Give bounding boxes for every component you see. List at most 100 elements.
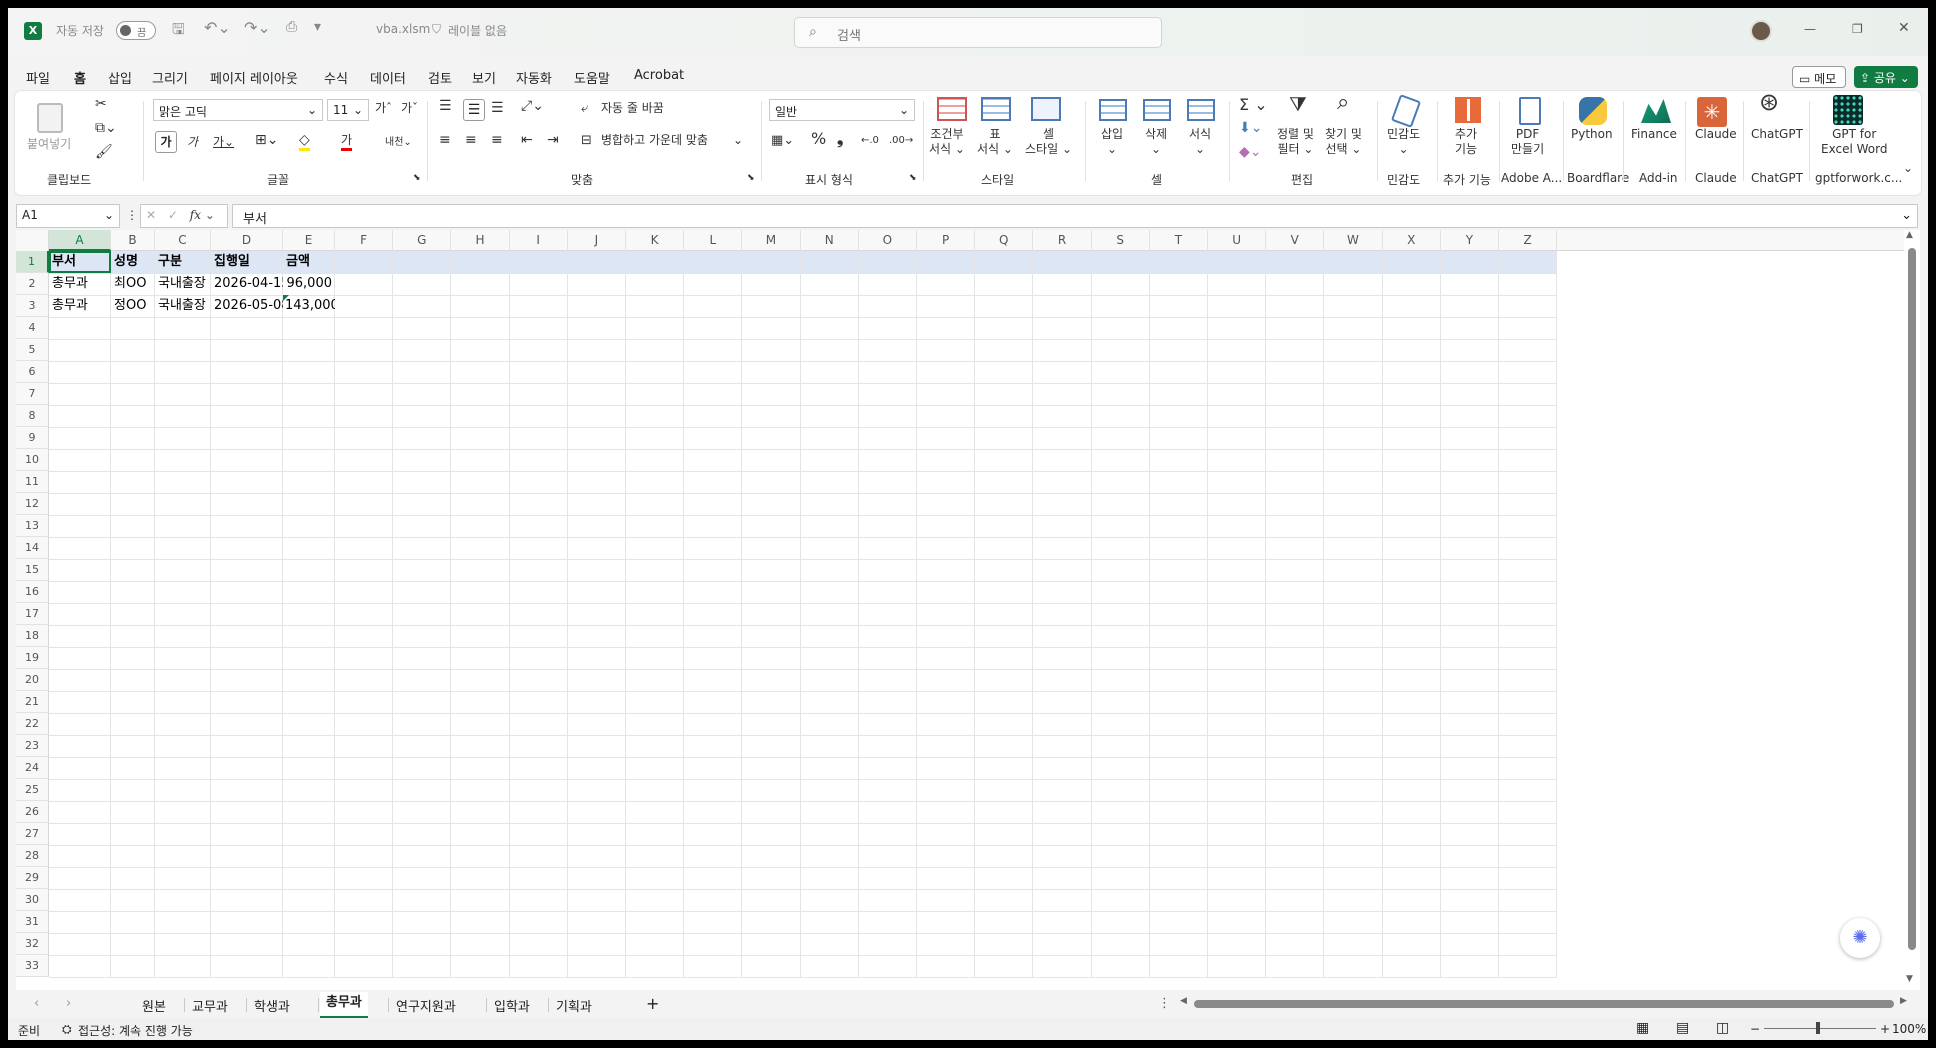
tab-draw[interactable]: 그리기 — [152, 68, 188, 87]
phonetic-icon[interactable]: 내천⌄ — [385, 135, 412, 150]
orientation-icon[interactable]: ⤢⌄ — [521, 99, 544, 114]
gpt-for-excel-button[interactable]: GPT for Excel Word — [1821, 127, 1887, 157]
redo-icon[interactable]: ↷⌄ — [244, 18, 271, 37]
header-cell[interactable]: 부서 — [49, 251, 111, 273]
column-header-j[interactable]: J — [568, 230, 626, 251]
customize-qat-icon[interactable]: ▾ — [314, 19, 321, 35]
column-header-e[interactable]: E — [283, 230, 335, 251]
table-format-button[interactable]: 표 서식 ⌄ — [977, 127, 1013, 157]
tab-automate[interactable]: 자동화 — [516, 68, 552, 87]
row-header-32[interactable]: 32 — [16, 933, 49, 955]
column-header-b[interactable]: B — [111, 230, 155, 251]
data-cell[interactable]: 최OO — [111, 273, 155, 295]
data-cell[interactable]: 143,000 — [283, 295, 335, 317]
row-header-21[interactable]: 21 — [16, 691, 49, 713]
copilot-icon[interactable]: ✺ — [1840, 918, 1880, 958]
sheet-tab-7[interactable]: 기획과 — [556, 996, 592, 1015]
conditional-format-button[interactable]: 조건부 서식 ⌄ — [929, 127, 965, 157]
horizontal-scrollbar[interactable]: ◀ ▶ — [1180, 996, 1912, 1010]
row-header-14[interactable]: 14 — [16, 537, 49, 559]
name-box[interactable]: A1 ⌄ — [16, 204, 120, 228]
autosum-icon[interactable]: Σ ⌄ — [1239, 97, 1268, 113]
tab-view[interactable]: 보기 — [472, 68, 496, 87]
clear-icon[interactable]: ◆⌄ — [1239, 145, 1262, 160]
zoom-in-icon[interactable]: + — [1880, 1022, 1890, 1036]
font-dialog-icon[interactable]: ⬊ — [413, 171, 421, 186]
row-header-30[interactable]: 30 — [16, 889, 49, 911]
formula-input[interactable]: 부서 ⌄ — [232, 204, 1918, 228]
insert-function-icon[interactable]: fx — [190, 208, 201, 222]
header-cell[interactable]: 집행일 — [211, 251, 283, 273]
zoom-slider[interactable] — [1764, 1022, 1876, 1034]
column-header-u[interactable]: U — [1208, 230, 1267, 251]
sort-filter-button[interactable]: 정렬 및 필터 ⌄ — [1277, 127, 1314, 157]
accessibility-status[interactable]: 접근성: 계속 진행 가능 — [78, 1022, 193, 1039]
fill-color-icon[interactable]: ◇ — [299, 133, 310, 151]
column-header-d[interactable]: D — [211, 230, 283, 251]
accounting-format-icon[interactable]: ▦⌄ — [771, 133, 794, 148]
align-right-icon[interactable]: ≡ — [491, 133, 503, 148]
row-header-5[interactable]: 5 — [16, 339, 49, 361]
header-cell[interactable]: 금액 — [283, 251, 335, 273]
tab-review[interactable]: 검토 — [428, 68, 452, 87]
column-header-v[interactable]: V — [1266, 230, 1325, 251]
row-header-15[interactable]: 15 — [16, 559, 49, 581]
merge-center-button[interactable]: 병합하고 가운데 맞춤 — [601, 133, 708, 148]
align-center-icon[interactable]: ≡ — [465, 133, 477, 148]
data-cell[interactable]: 총무과 — [49, 273, 111, 295]
data-cell[interactable]: 2026-04-15 — [211, 273, 283, 295]
number-dialog-icon[interactable]: ⬊ — [909, 171, 917, 186]
formula-expand-icon[interactable]: ⌄ — [1901, 208, 1912, 223]
row-header-10[interactable]: 10 — [16, 449, 49, 471]
align-top-icon[interactable]: ☰ — [439, 99, 452, 114]
row-header-19[interactable]: 19 — [16, 647, 49, 669]
python-button[interactable]: Python — [1571, 127, 1613, 142]
header-cell[interactable]: 성명 — [111, 251, 155, 273]
autosave-toggle[interactable]: 끔 — [116, 21, 156, 40]
row-header-1[interactable]: 1 — [16, 251, 49, 273]
select-all-corner[interactable] — [16, 230, 49, 251]
create-pdf-button[interactable]: PDF 만들기 — [1511, 127, 1544, 157]
claude-button[interactable]: Claude — [1695, 127, 1737, 142]
row-header-17[interactable]: 17 — [16, 603, 49, 625]
row-header-12[interactable]: 12 — [16, 493, 49, 515]
data-cell[interactable]: 96,000 — [283, 273, 335, 295]
format-painter-icon[interactable]: 🖌 — [95, 145, 113, 160]
row-header-29[interactable]: 29 — [16, 867, 49, 889]
font-size-select[interactable]: 11 ⌄ — [327, 99, 369, 121]
column-header-w[interactable]: W — [1324, 230, 1383, 251]
align-left-icon[interactable]: ≡ — [439, 133, 451, 148]
row-header-6[interactable]: 6 — [16, 361, 49, 383]
tab-file[interactable]: 파일 — [26, 68, 50, 87]
data-cell[interactable]: 총무과 — [49, 295, 111, 317]
page-break-view-icon[interactable]: ◫ — [1716, 1020, 1729, 1036]
column-header-k[interactable]: K — [626, 230, 685, 251]
vertical-scroll-thumb[interactable] — [1908, 248, 1916, 950]
wrap-text-icon[interactable]: ⤶ — [581, 101, 588, 116]
percent-icon[interactable]: % — [811, 131, 826, 147]
row-header-18[interactable]: 18 — [16, 625, 49, 647]
paste-icon[interactable] — [37, 103, 63, 133]
column-header-g[interactable]: G — [393, 230, 452, 251]
data-cell[interactable]: 2026-05-08 — [211, 295, 283, 317]
row-header-20[interactable]: 20 — [16, 669, 49, 691]
minimize-icon[interactable]: — — [1804, 22, 1816, 36]
row-header-23[interactable]: 23 — [16, 735, 49, 757]
page-layout-view-icon[interactable]: ▤ — [1676, 1020, 1689, 1036]
insert-cells-button[interactable]: 삽입 ⌄ — [1101, 127, 1123, 157]
cell-style-button[interactable]: 셀 스타일 ⌄ — [1025, 127, 1072, 157]
column-header-m[interactable]: M — [742, 230, 801, 251]
enter-icon[interactable]: ✓ — [168, 208, 178, 222]
header-cell[interactable]: 구분 — [155, 251, 211, 273]
row-header-27[interactable]: 27 — [16, 823, 49, 845]
shrink-font-icon[interactable]: 가ˇ — [401, 101, 418, 116]
row-header-33[interactable]: 33 — [16, 955, 49, 977]
merge-center-icon[interactable]: ⊟ — [581, 133, 592, 148]
increase-indent-icon[interactable]: ⇥ — [547, 133, 559, 148]
column-header-s[interactable]: S — [1092, 230, 1150, 251]
font-color-icon[interactable]: 가 — [341, 133, 353, 151]
data-cell[interactable]: 국내출장 — [155, 273, 211, 295]
row-header-7[interactable]: 7 — [16, 383, 49, 405]
sensitivity-label[interactable]: 레이블 없음 — [448, 22, 507, 39]
comma-icon[interactable]: ❟ — [837, 131, 843, 147]
